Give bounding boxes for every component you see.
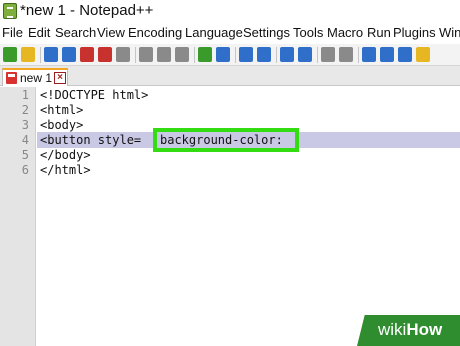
- show-all-characters-icon[interactable]: [380, 47, 394, 62]
- close-tab-icon[interactable]: ×: [54, 72, 66, 84]
- code-line-6: </html>: [40, 163, 91, 177]
- menu-settings[interactable]: Settings: [243, 25, 290, 40]
- save-all-icon[interactable]: [62, 47, 76, 62]
- zoom-out-icon[interactable]: [298, 47, 312, 62]
- copy-icon[interactable]: [157, 47, 171, 62]
- undo-icon[interactable]: [198, 47, 212, 62]
- user-language-icon[interactable]: [416, 47, 430, 62]
- toolbar-separator: [135, 47, 136, 63]
- line-number: 6: [21, 163, 29, 177]
- menu-window[interactable]: Win: [439, 25, 460, 40]
- code-line-1: <!DOCTYPE html>: [40, 88, 149, 102]
- menu-bar: File Edit Search View Encoding Language …: [0, 24, 460, 44]
- toolbar-separator: [40, 47, 41, 63]
- sync-horizontal-icon[interactable]: [339, 47, 353, 62]
- menu-file[interactable]: File: [2, 25, 23, 40]
- line-number: 2: [21, 103, 29, 117]
- line-number: 1: [21, 88, 29, 102]
- menu-macro[interactable]: Macro: [327, 25, 363, 40]
- unsaved-file-icon: [6, 72, 17, 84]
- cut-icon[interactable]: [139, 47, 153, 62]
- menu-plugins[interactable]: Plugins: [393, 25, 436, 40]
- toolbar-separator: [235, 47, 236, 63]
- line-number: 5: [21, 148, 29, 162]
- indent-guide-icon[interactable]: [398, 47, 412, 62]
- menu-search[interactable]: Search: [55, 25, 96, 40]
- menu-run[interactable]: Run: [367, 25, 391, 40]
- editor-pane[interactable]: 1 2 3 4 5 6 <!DOCTYPE html> <html> <body…: [0, 87, 460, 346]
- open-file-icon[interactable]: [21, 47, 35, 62]
- new-file-icon[interactable]: [3, 47, 17, 62]
- window-title: *new 1 - Notepad++: [20, 2, 154, 19]
- code-line-4: <button style=: [40, 133, 142, 147]
- title-bar: *new 1 - Notepad++: [0, 0, 460, 24]
- find-icon[interactable]: [239, 47, 253, 62]
- close-icon[interactable]: [80, 47, 94, 62]
- sync-vertical-icon[interactable]: [321, 47, 335, 62]
- replace-icon[interactable]: [257, 47, 271, 62]
- close-all-icon[interactable]: [98, 47, 112, 62]
- code-line-3: <body>: [40, 118, 84, 132]
- word-wrap-icon[interactable]: [362, 47, 376, 62]
- menu-encoding[interactable]: Encoding: [128, 25, 182, 40]
- toolbar-separator: [317, 47, 318, 63]
- toolbar: [0, 44, 460, 66]
- line-number-gutter: 1 2 3 4 5 6: [0, 87, 36, 346]
- print-icon[interactable]: [116, 47, 130, 62]
- save-icon[interactable]: [44, 47, 58, 62]
- redo-icon[interactable]: [216, 47, 230, 62]
- menu-tools[interactable]: Tools: [293, 25, 323, 40]
- highlighted-code-text: background-color:: [160, 133, 283, 147]
- wikihow-logo-text: wikiHow: [378, 320, 443, 339]
- zoom-in-icon[interactable]: [280, 47, 294, 62]
- code-line-5: </body>: [40, 148, 91, 162]
- tab-label: new 1: [20, 71, 53, 85]
- line-number: 4: [21, 133, 29, 147]
- tab-bar: new 1 ×: [0, 66, 460, 86]
- tab-new-1[interactable]: new 1 ×: [2, 68, 68, 86]
- toolbar-separator: [358, 47, 359, 63]
- line-number: 3: [21, 118, 29, 132]
- menu-view[interactable]: View: [97, 25, 125, 40]
- toolbar-separator: [276, 47, 277, 63]
- toolbar-separator: [194, 47, 195, 63]
- notepad-plus-plus-icon: [3, 3, 17, 19]
- paste-icon[interactable]: [175, 47, 189, 62]
- menu-language[interactable]: Language: [185, 25, 243, 40]
- menu-edit[interactable]: Edit: [28, 25, 50, 40]
- code-line-2: <html>: [40, 103, 84, 117]
